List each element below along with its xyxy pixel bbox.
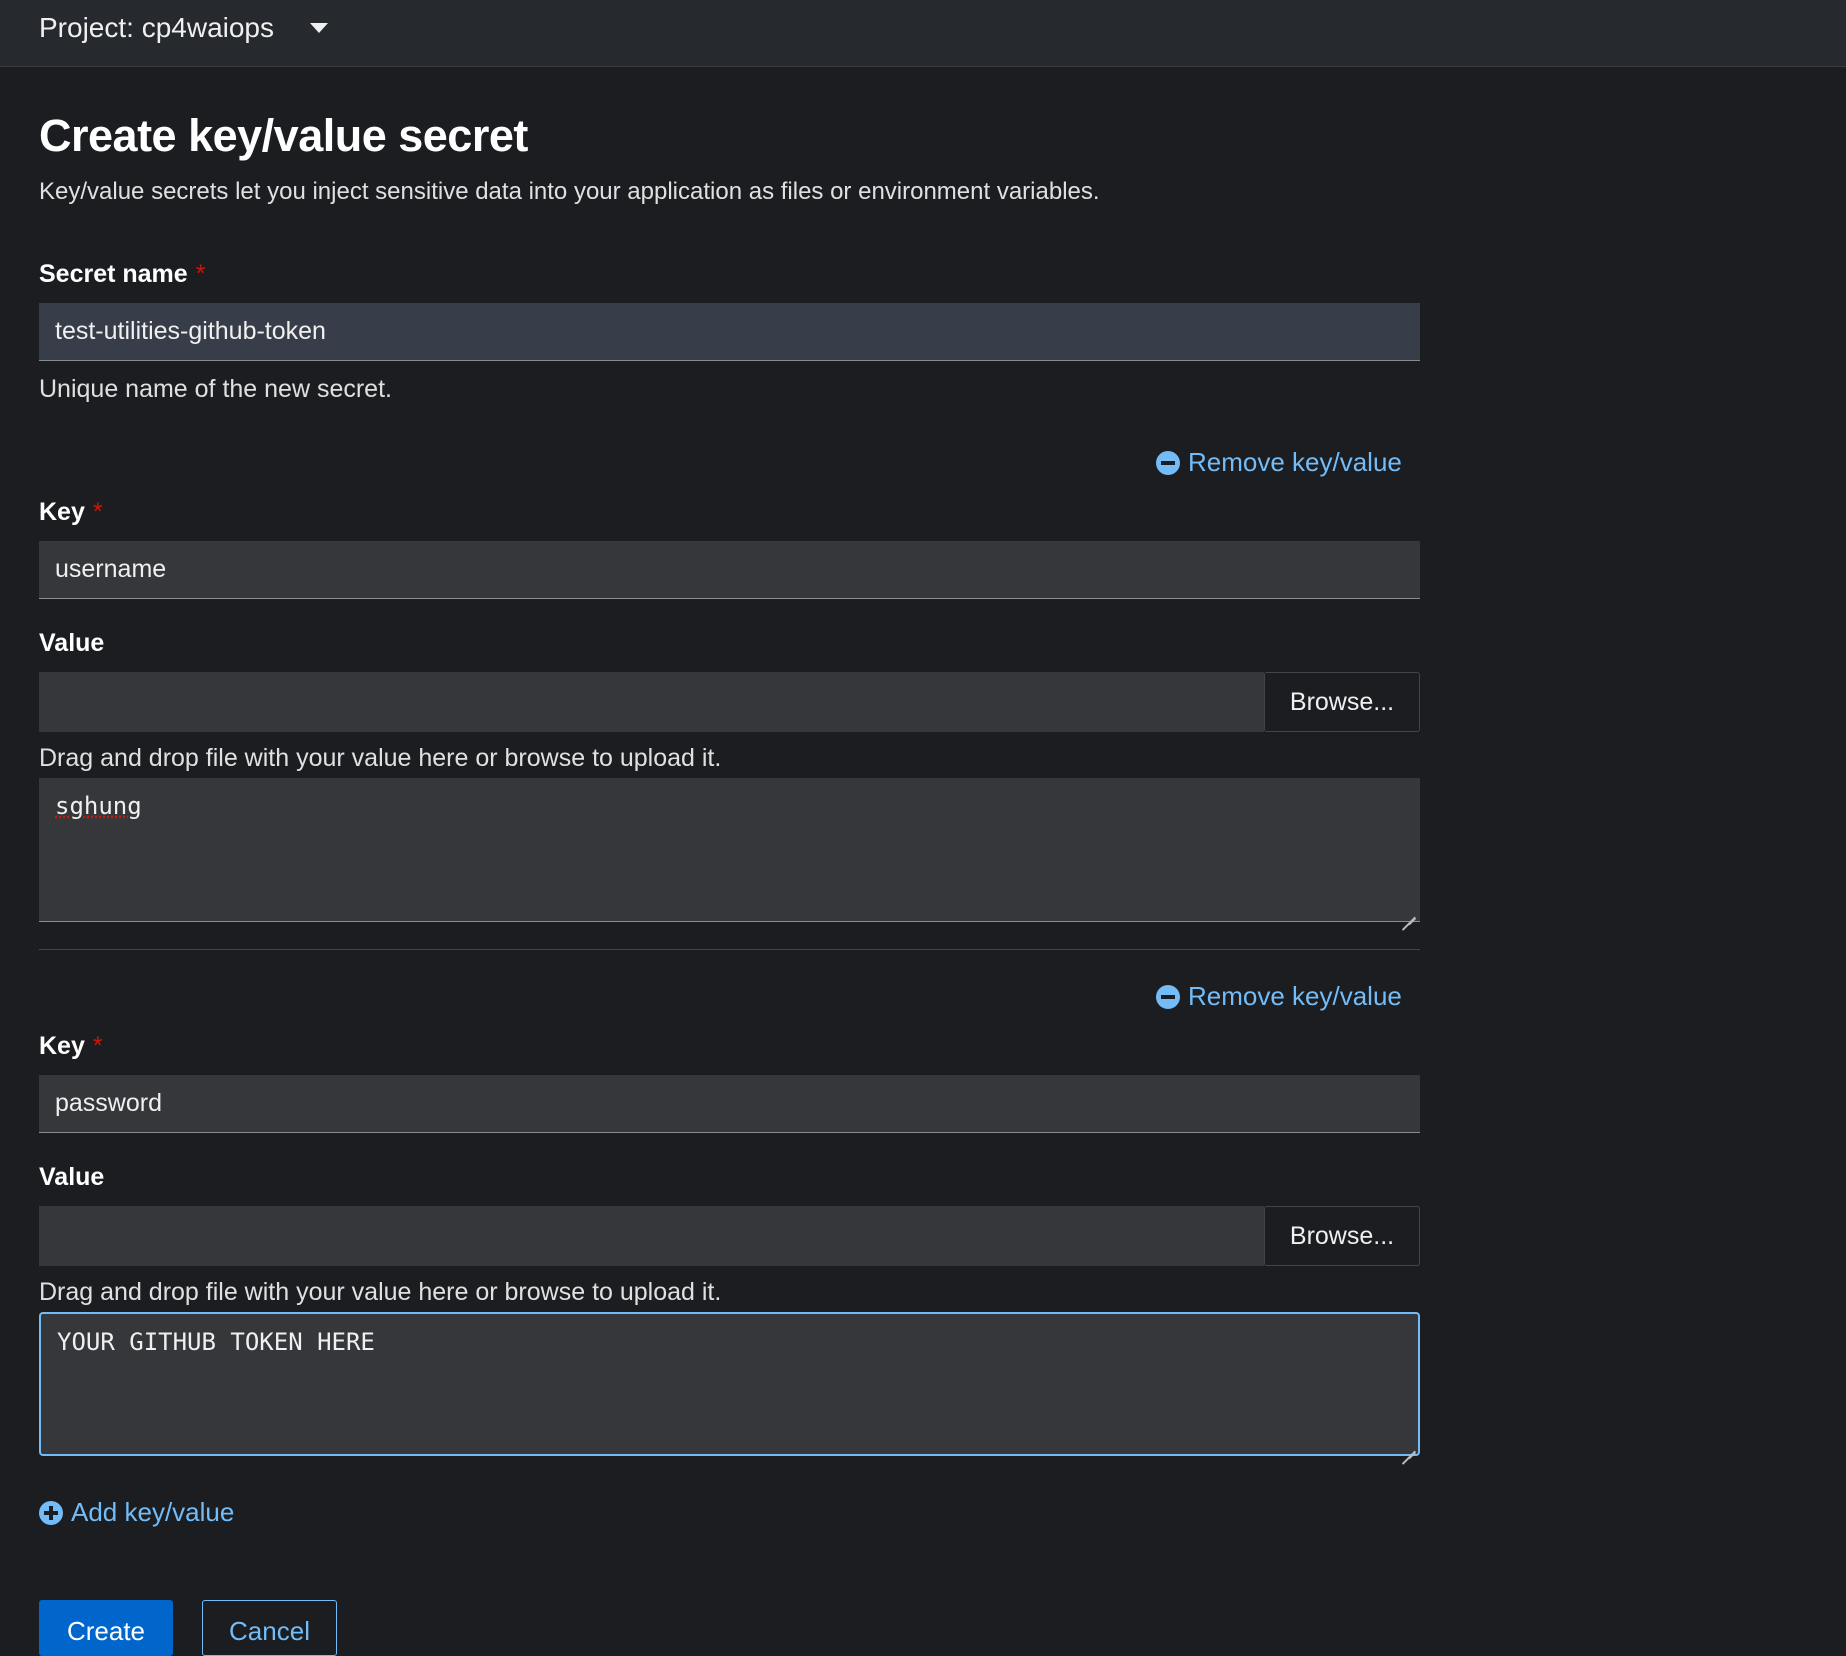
key-label-text: Key [39,1032,85,1060]
file-name-input-2[interactable] [39,1206,1264,1266]
top-bar: Project: cp4waiops [0,0,1846,67]
add-key-value-label: Add key/value [71,1497,235,1527]
remove-key-value-label: Remove key/value [1188,981,1402,1011]
secret-name-label: Secret name * [39,260,205,289]
resize-handle-2[interactable] [1402,1438,1416,1452]
required-marker: * [92,1032,103,1060]
minus-circle-icon [1156,450,1180,475]
required-marker: * [195,260,206,288]
secret-name-label-text: Secret name [39,260,188,288]
key-label-1: Key * [39,498,103,527]
add-key-value-button[interactable]: Add key/value [39,1497,234,1528]
secret-name-input[interactable] [39,303,1420,361]
remove-key-value-label: Remove key/value [1188,447,1402,477]
value-text-2: YOUR GITHUB TOKEN HERE [57,1328,375,1356]
file-upload-helper-2: Drag and drop file with your value here … [39,1278,722,1306]
cancel-button[interactable]: Cancel [202,1600,337,1656]
file-upload-helper-1: Drag and drop file with your value here … [39,744,722,772]
project-selector[interactable]: Project: cp4waiops [39,8,329,48]
minus-circle-icon [1156,984,1180,1009]
pair-divider [39,949,1420,950]
browse-button-2[interactable]: Browse... [1264,1206,1420,1266]
key-input-1[interactable] [39,541,1420,599]
plus-circle-icon [39,1500,63,1525]
project-selector-label: Project: cp4waiops [39,12,275,43]
key-input-2[interactable] [39,1075,1420,1133]
browse-button-1[interactable]: Browse... [1264,672,1420,732]
value-label-1: Value [39,629,105,657]
value-text-1: sghung [55,792,142,820]
remove-key-value-button-2[interactable]: Remove key/value [1156,981,1402,1012]
page-title: Create key/value secret [39,110,528,161]
key-label-2: Key * [39,1032,103,1061]
resize-handle-1[interactable] [1402,904,1416,918]
secret-name-helper: Unique name of the new secret. [39,375,392,403]
key-label-text: Key [39,498,85,526]
create-button[interactable]: Create [39,1600,173,1656]
required-marker: * [92,498,103,526]
page-description: Key/value secrets let you inject sensiti… [39,178,1100,205]
value-textarea-1[interactable]: sghung [39,778,1420,922]
value-textarea-2[interactable]: YOUR GITHUB TOKEN HERE [39,1312,1420,1456]
remove-key-value-button-1[interactable]: Remove key/value [1156,447,1402,478]
value-label-2: Value [39,1163,105,1191]
caret-down-icon [310,23,329,33]
file-name-input-1[interactable] [39,672,1264,732]
